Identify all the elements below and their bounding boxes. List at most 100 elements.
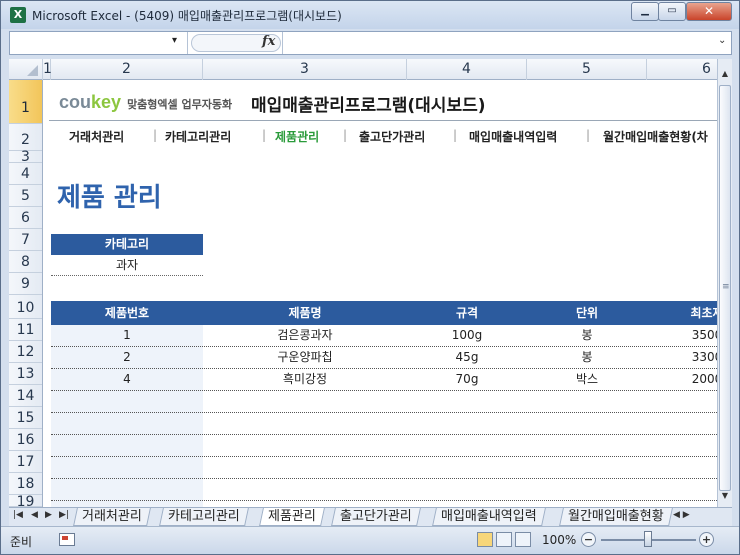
tab-unit-prices[interactable]: 출고단가관리 (331, 508, 421, 526)
macro-record-icon[interactable] (59, 533, 75, 546)
grip-icon: ≡ (722, 282, 730, 292)
normal-view-button[interactable] (477, 532, 493, 547)
vertical-scrollbar[interactable]: ▲ ≡ ▼ (717, 59, 732, 507)
table-row[interactable]: 4 흑미강정 70g 박스 2000 (51, 369, 717, 391)
minimize-button[interactable]: ▁ (631, 2, 659, 21)
cell-product-number[interactable]: 1 (51, 325, 203, 346)
row-header[interactable]: 19 (9, 495, 42, 507)
close-button[interactable]: ✕ (686, 2, 732, 21)
page-title: 제품 관리 (57, 183, 162, 213)
excel-app-icon[interactable]: X (10, 7, 26, 23)
nav-item-clients[interactable]: 거래처관리 (69, 128, 124, 145)
table-row[interactable] (51, 413, 717, 435)
page-layout-view-button[interactable] (496, 532, 512, 547)
nav-item-products[interactable]: 제품관리 (275, 128, 319, 145)
chevron-down-icon[interactable]: ▾ (172, 35, 177, 46)
cell-initial-price[interactable]: 2000 (647, 369, 717, 390)
row-header[interactable]: 10 (9, 295, 42, 319)
zoom-out-button[interactable]: − (581, 532, 596, 547)
nav-separator: | (453, 128, 458, 142)
column-header[interactable]: 2 (51, 59, 203, 80)
row-header[interactable]: 5 (9, 185, 42, 207)
scroll-left-icon[interactable]: ◀ (673, 510, 680, 520)
row-header[interactable]: 2 (9, 124, 42, 151)
table-row[interactable] (51, 479, 717, 501)
prev-sheet-icon[interactable]: ◀ (31, 510, 38, 520)
column-header[interactable]: 4 (407, 59, 527, 80)
row-header[interactable]: 4 (9, 163, 42, 185)
insert-function-icon[interactable]: fx (262, 34, 275, 49)
cell-product-name[interactable]: 검은콩과자 (203, 325, 407, 346)
category-select[interactable]: 과자 (51, 255, 203, 276)
zoom-in-button[interactable]: + (699, 532, 714, 547)
first-sheet-icon[interactable]: |◀ (13, 510, 23, 520)
column-header[interactable]: 1 (43, 59, 52, 80)
cell-product-name[interactable]: 구운양파칩 (203, 347, 407, 368)
page-break-view-button[interactable] (515, 532, 531, 547)
cell-spec[interactable]: 100g (407, 325, 527, 346)
table-row[interactable] (51, 435, 717, 457)
column-header[interactable]: 3 (203, 59, 407, 80)
table-row[interactable] (51, 457, 717, 479)
cell-product-number[interactable]: 4 (51, 369, 203, 390)
row-header[interactable]: 16 (9, 429, 42, 451)
nav-separator: | (586, 128, 591, 142)
last-sheet-icon[interactable]: ▶| (59, 510, 69, 520)
table-row[interactable]: 2 구운양파칩 45g 봉 3300 (51, 347, 717, 369)
tab-clients[interactable]: 거래처관리 (73, 508, 151, 526)
row-header[interactable]: 17 (9, 451, 42, 473)
header-divider (49, 120, 717, 121)
column-header[interactable]: 5 (527, 59, 647, 80)
tab-monthly-report[interactable]: 월간매입매출현황 (559, 508, 673, 526)
row-header[interactable]: 18 (9, 473, 42, 495)
cell-product-number[interactable]: 2 (51, 347, 203, 368)
zoom-level[interactable]: 100% (542, 533, 576, 547)
row-header[interactable]: 15 (9, 407, 42, 429)
select-all-corner[interactable] (9, 59, 43, 80)
next-sheet-icon[interactable]: ▶ (45, 510, 52, 520)
row-header[interactable]: 8 (9, 251, 42, 273)
cell-spec[interactable]: 70g (407, 369, 527, 390)
row-header[interactable]: 7 (9, 229, 42, 251)
row-header[interactable]: 14 (9, 385, 42, 407)
excel-window: X Microsoft Excel - (5409) 매입매출관리프로그램(대시… (0, 0, 740, 555)
cell-grid[interactable]: coukey 맞춤형엑셀 업무자동화 매입매출관리프로그램(대시보드) 거래처관리… (43, 80, 717, 507)
table-row[interactable] (51, 391, 717, 413)
maximize-button[interactable]: ▭ (658, 2, 686, 21)
cell-unit[interactable]: 봉 (527, 347, 647, 368)
row-header[interactable]: 13 (9, 363, 42, 385)
nav-item-unit-prices[interactable]: 출고단가관리 (359, 128, 425, 145)
scroll-right-icon[interactable]: ▶ (683, 510, 690, 520)
nav-item-categories[interactable]: 카테고리관리 (165, 128, 231, 145)
product-table-header: 제품번호 제품명 규격 단위 최초재 (51, 301, 717, 325)
nav-item-transaction-entry[interactable]: 매입매출내역입력 (469, 128, 557, 145)
cell-initial-price[interactable]: 3300 (647, 347, 717, 368)
horizontal-scroll-controls[interactable]: ◀ ▶ (673, 510, 728, 524)
tab-categories[interactable]: 카테고리관리 (159, 508, 249, 526)
expand-formula-bar-icon[interactable]: ⌄ (718, 35, 726, 46)
row-header[interactable]: 6 (9, 207, 42, 229)
scroll-up-icon[interactable]: ▲ (718, 69, 732, 83)
cell-initial-price[interactable]: 3500 (647, 325, 717, 346)
cell-spec[interactable]: 45g (407, 347, 527, 368)
row-header[interactable]: 11 (9, 319, 42, 341)
cell-product-name[interactable]: 흑미강정 (203, 369, 407, 390)
row-header[interactable]: 9 (9, 273, 42, 295)
row-header[interactable]: 12 (9, 341, 42, 363)
scroll-thumb[interactable]: ≡ (719, 85, 731, 491)
cell-unit[interactable]: 박스 (527, 369, 647, 390)
nav-item-monthly-report[interactable]: 월간매입매출현황(차 (603, 128, 708, 145)
zoom-slider-thumb[interactable] (644, 531, 652, 547)
row-header[interactable]: 1 (9, 80, 42, 124)
name-box[interactable]: ▾ (10, 32, 188, 54)
tab-transaction-entry[interactable]: 매입매출내역입력 (432, 508, 546, 526)
scroll-down-icon[interactable]: ▼ (718, 491, 732, 505)
column-header[interactable]: 6 (647, 59, 717, 80)
cell-unit[interactable]: 봉 (527, 325, 647, 346)
table-row[interactable]: 1 검은콩과자 100g 봉 3500 (51, 325, 717, 347)
row-header[interactable]: 3 (9, 150, 42, 164)
tab-products[interactable]: 제품관리 (259, 508, 325, 526)
formula-input[interactable] (282, 32, 712, 54)
tab-label: 월간매입매출현황 (568, 509, 664, 524)
header-spec: 규격 (455, 306, 479, 320)
